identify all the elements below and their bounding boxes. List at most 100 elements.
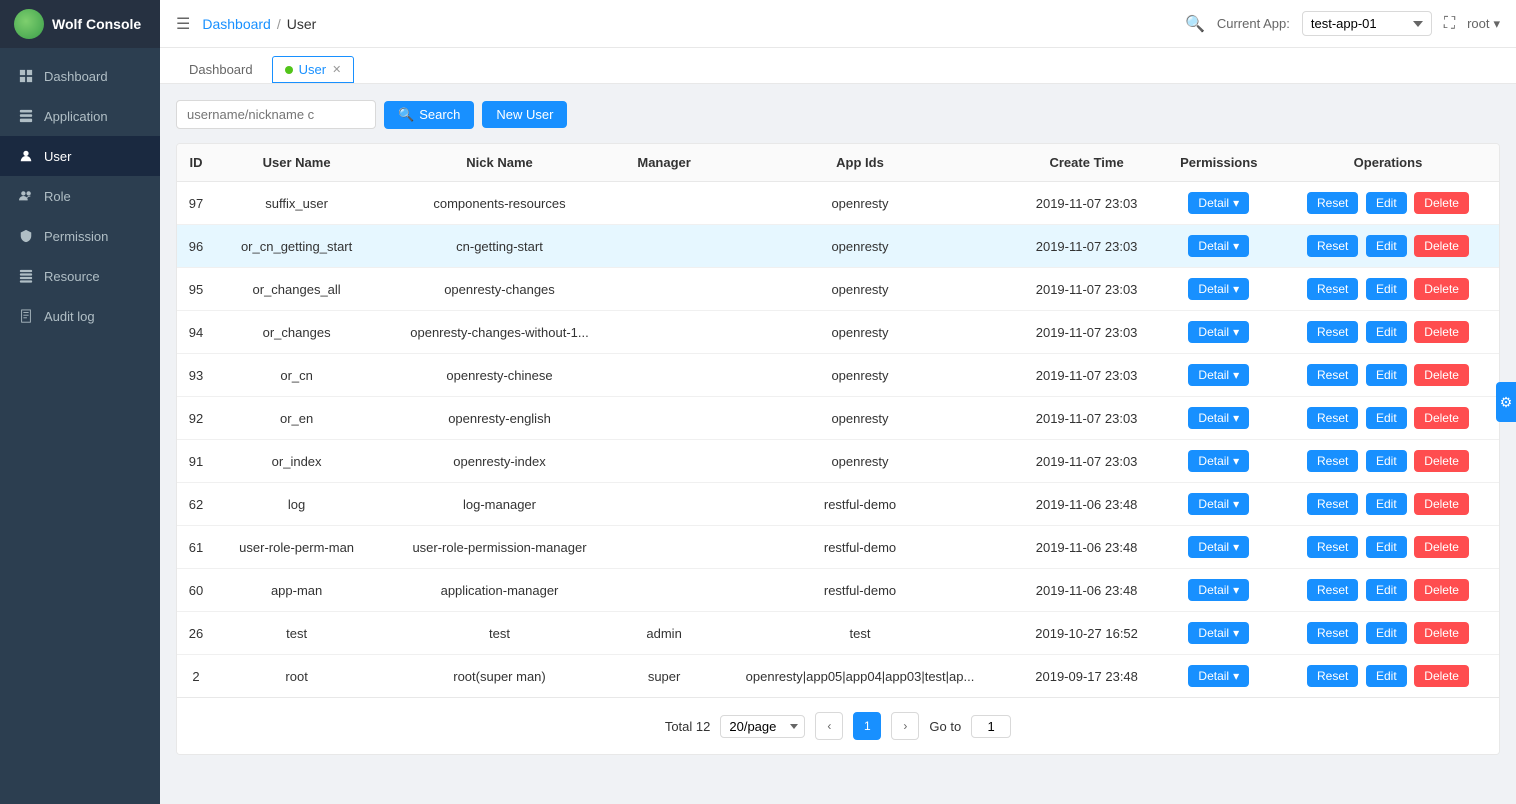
col-id: ID <box>177 144 215 182</box>
delete-button[interactable]: Delete <box>1414 579 1469 601</box>
detail-button[interactable]: Detail ▾ <box>1188 321 1249 343</box>
detail-button[interactable]: Detail ▾ <box>1188 579 1249 601</box>
sidebar-item-dashboard[interactable]: Dashboard <box>0 56 160 96</box>
reset-button[interactable]: Reset <box>1307 278 1358 300</box>
detail-button[interactable]: Detail ▾ <box>1188 364 1249 386</box>
new-user-button[interactable]: New User <box>482 101 567 128</box>
cell-manager <box>621 268 708 311</box>
sidebar-item-user[interactable]: User <box>0 136 160 176</box>
delete-button[interactable]: Delete <box>1414 192 1469 214</box>
tab-close-icon[interactable]: ✕ <box>332 63 341 76</box>
edit-button[interactable]: Edit <box>1366 665 1407 687</box>
cell-permissions: Detail ▾ <box>1161 397 1277 440</box>
detail-button[interactable]: Detail ▾ <box>1188 493 1249 515</box>
sidebar-item-application[interactable]: Application <box>0 96 160 136</box>
header-search-icon[interactable]: 🔍 <box>1185 14 1205 34</box>
delete-button[interactable]: Delete <box>1414 278 1469 300</box>
edit-button[interactable]: Edit <box>1366 493 1407 515</box>
audit-icon <box>18 308 34 324</box>
sidebar-item-resource[interactable]: Resource <box>0 256 160 296</box>
cell-appids: openresty <box>707 440 1012 483</box>
detail-button[interactable]: Detail ▾ <box>1188 192 1249 214</box>
delete-button[interactable]: Delete <box>1414 407 1469 429</box>
detail-button[interactable]: Detail ▾ <box>1188 407 1249 429</box>
sidebar-item-role[interactable]: Role <box>0 176 160 216</box>
search-input[interactable] <box>176 100 376 129</box>
reset-button[interactable]: Reset <box>1307 536 1358 558</box>
tab-user[interactable]: User ✕ <box>272 56 355 83</box>
sidebar-item-auditlog[interactable]: Audit log <box>0 296 160 336</box>
detail-button[interactable]: Detail ▾ <box>1188 450 1249 472</box>
search-button[interactable]: 🔍 Search <box>384 101 474 129</box>
detail-button[interactable]: Detail ▾ <box>1188 665 1249 687</box>
cell-operations: Reset Edit Delete <box>1277 440 1499 483</box>
reset-button[interactable]: Reset <box>1307 579 1358 601</box>
edit-button[interactable]: Edit <box>1366 235 1407 257</box>
delete-button[interactable]: Delete <box>1414 450 1469 472</box>
detail-button[interactable]: Detail ▾ <box>1188 622 1249 644</box>
reset-button[interactable]: Reset <box>1307 192 1358 214</box>
reset-button[interactable]: Reset <box>1307 235 1358 257</box>
side-float-btn[interactable]: ⚙ <box>1496 382 1516 422</box>
breadcrumb-dashboard[interactable]: Dashboard <box>202 16 271 32</box>
reset-button[interactable]: Reset <box>1307 364 1358 386</box>
cell-username: test <box>215 612 378 655</box>
delete-button[interactable]: Delete <box>1414 622 1469 644</box>
edit-button[interactable]: Edit <box>1366 579 1407 601</box>
edit-button[interactable]: Edit <box>1366 278 1407 300</box>
edit-button[interactable]: Edit <box>1366 407 1407 429</box>
app-selector[interactable]: test-app-01 <box>1302 11 1432 36</box>
cell-createtime: 2019-11-07 23:03 <box>1013 182 1161 225</box>
tab-dashboard-label: Dashboard <box>189 62 253 77</box>
delete-button[interactable]: Delete <box>1414 364 1469 386</box>
cell-nickname: openresty-changes <box>378 268 621 311</box>
next-page-button[interactable]: › <box>891 712 919 740</box>
reset-button[interactable]: Reset <box>1307 407 1358 429</box>
delete-button[interactable]: Delete <box>1414 493 1469 515</box>
sidebar-item-permission[interactable]: Permission <box>0 216 160 256</box>
cell-operations: Reset Edit Delete <box>1277 225 1499 268</box>
delete-button[interactable]: Delete <box>1414 321 1469 343</box>
table-row: 61 user-role-perm-man user-role-permissi… <box>177 526 1499 569</box>
logo-text: Wolf Console <box>52 16 141 32</box>
tab-dashboard[interactable]: Dashboard <box>176 56 266 83</box>
edit-button[interactable]: Edit <box>1366 364 1407 386</box>
col-appids: App Ids <box>707 144 1012 182</box>
page-1-button[interactable]: 1 <box>853 712 881 740</box>
delete-button[interactable]: Delete <box>1414 235 1469 257</box>
cell-permissions: Detail ▾ <box>1161 440 1277 483</box>
detail-button[interactable]: Detail ▾ <box>1188 235 1249 257</box>
reset-button[interactable]: Reset <box>1307 622 1358 644</box>
cell-appids: restful-demo <box>707 569 1012 612</box>
detail-button[interactable]: Detail ▾ <box>1188 278 1249 300</box>
reset-button[interactable]: Reset <box>1307 493 1358 515</box>
sidebar-nav: Dashboard Application User Role Permissi… <box>0 48 160 336</box>
edit-button[interactable]: Edit <box>1366 450 1407 472</box>
col-createtime: Create Time <box>1013 144 1161 182</box>
sidebar-logo: Wolf Console <box>0 0 160 48</box>
delete-button[interactable]: Delete <box>1414 536 1469 558</box>
prev-page-button[interactable]: ‹ <box>815 712 843 740</box>
edit-button[interactable]: Edit <box>1366 622 1407 644</box>
role-icon <box>18 188 34 204</box>
detail-button[interactable]: Detail ▾ <box>1188 536 1249 558</box>
reset-button[interactable]: Reset <box>1307 665 1358 687</box>
user-menu[interactable]: root ▾ <box>1467 16 1500 32</box>
table-row: 91 or_index openresty-index openresty 20… <box>177 440 1499 483</box>
user-icon <box>18 148 34 164</box>
breadcrumb-menu-icon[interactable]: ☰ <box>176 14 190 34</box>
fullscreen-icon[interactable]: ⛶ <box>1444 15 1455 33</box>
table-row: 26 test test admin test 2019-10-27 16:52… <box>177 612 1499 655</box>
edit-button[interactable]: Edit <box>1366 321 1407 343</box>
edit-button[interactable]: Edit <box>1366 192 1407 214</box>
detail-chevron-icon: ▾ <box>1233 368 1239 382</box>
cell-appids: openresty <box>707 268 1012 311</box>
reset-button[interactable]: Reset <box>1307 321 1358 343</box>
goto-input[interactable] <box>971 715 1011 738</box>
breadcrumb-user: User <box>287 16 317 32</box>
reset-button[interactable]: Reset <box>1307 450 1358 472</box>
delete-button[interactable]: Delete <box>1414 665 1469 687</box>
cell-id: 60 <box>177 569 215 612</box>
edit-button[interactable]: Edit <box>1366 536 1407 558</box>
page-size-select[interactable]: 20/page 50/page 100/page <box>720 715 805 738</box>
